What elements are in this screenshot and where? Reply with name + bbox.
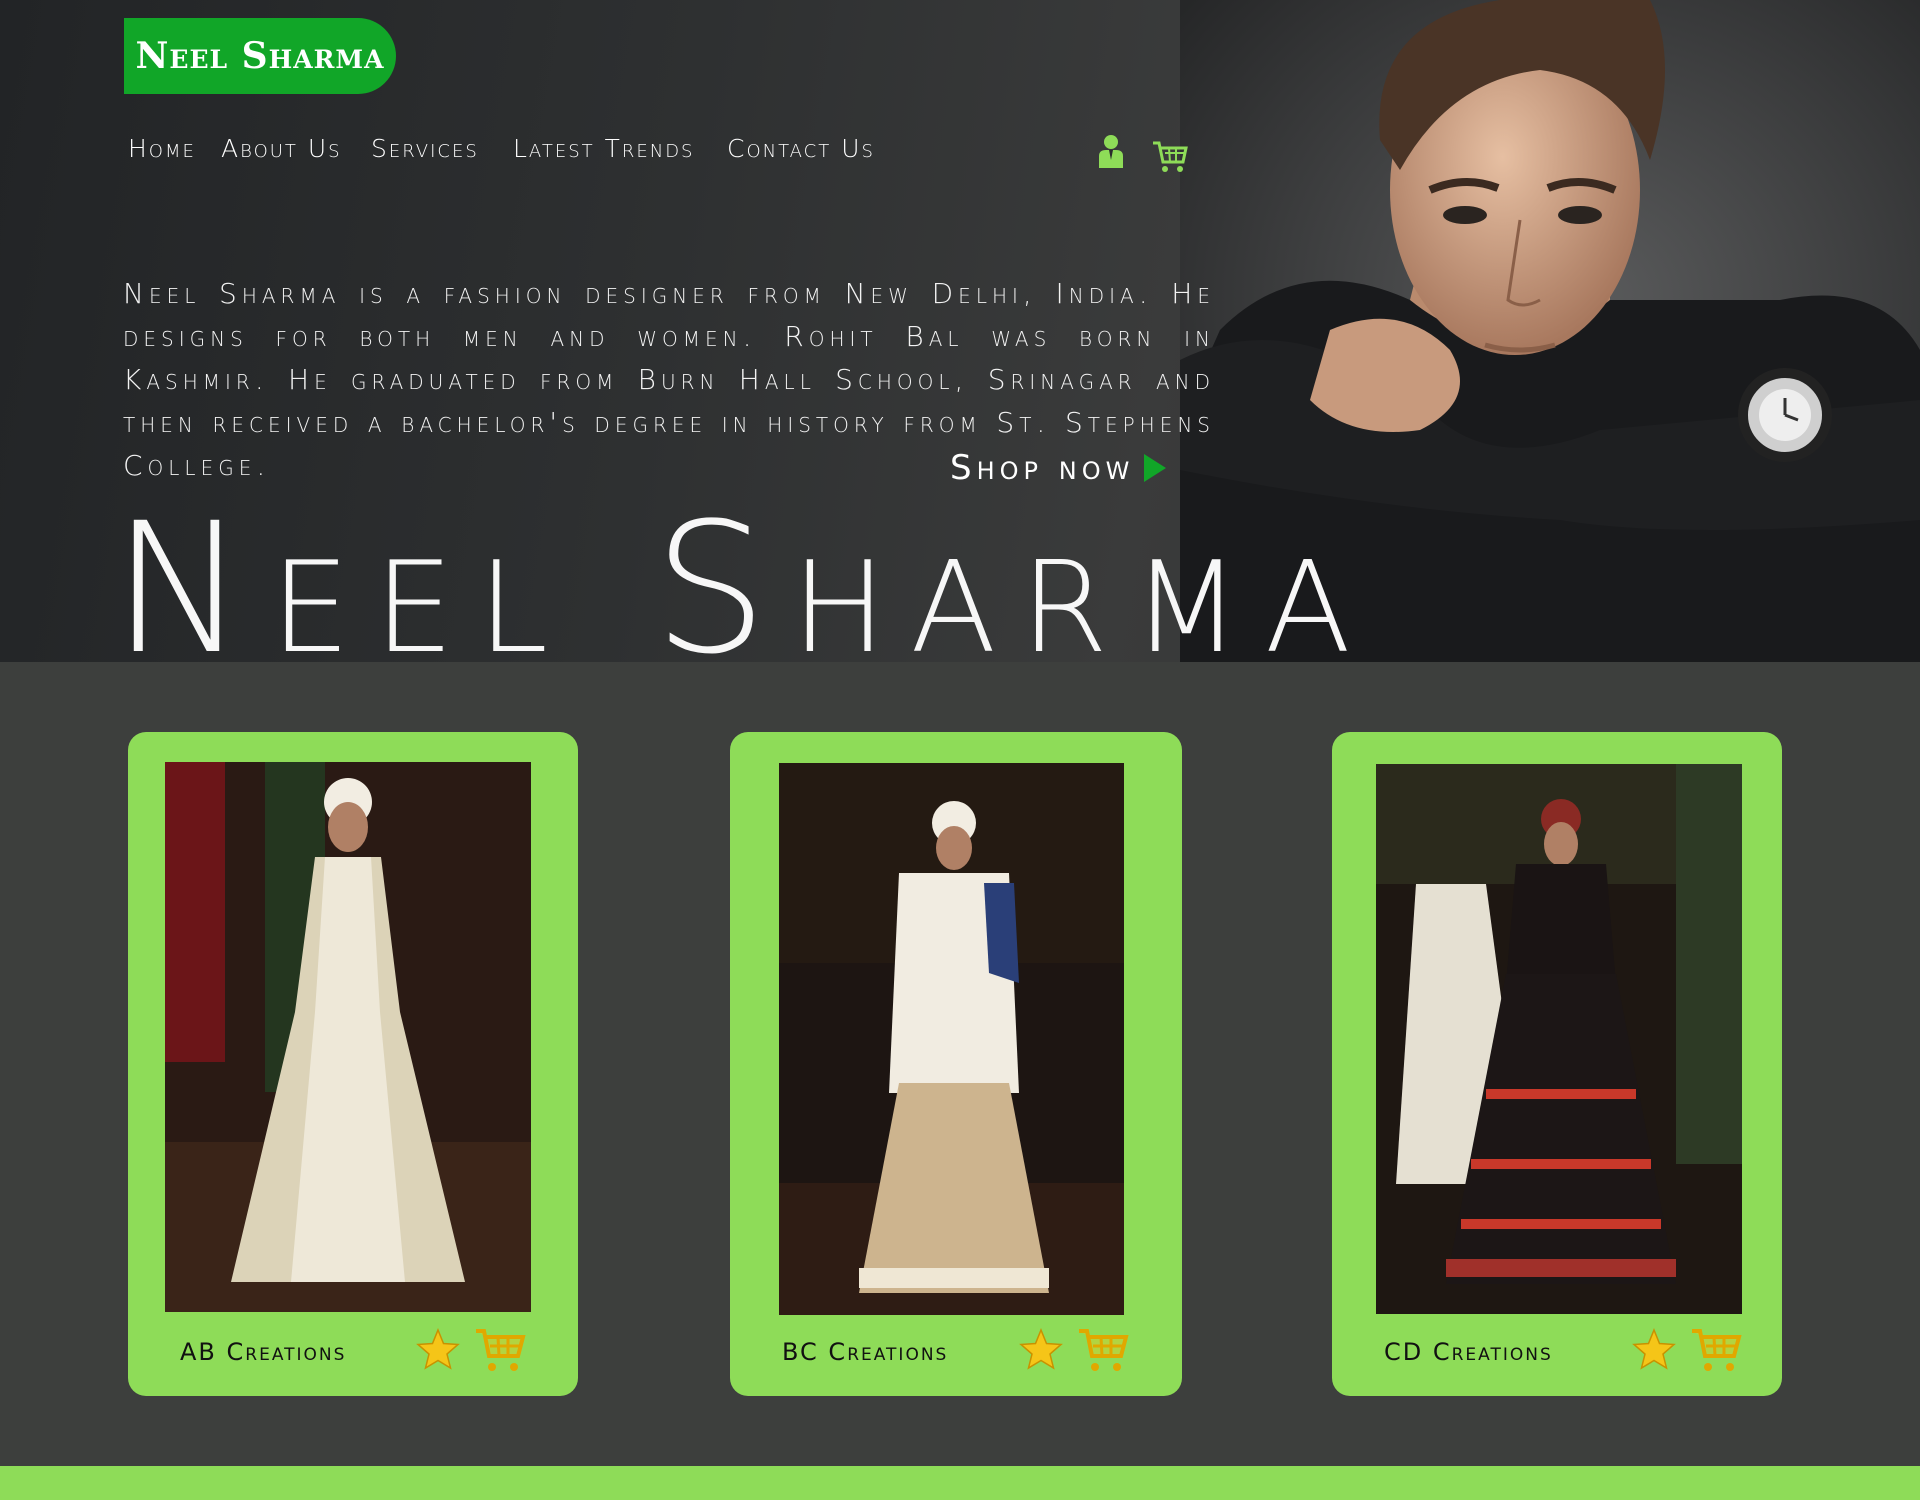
product-photo[interactable] xyxy=(779,763,1124,1315)
cart-icon[interactable] xyxy=(1077,1326,1129,1374)
product-name: AB Creations xyxy=(180,1338,347,1366)
star-icon[interactable] xyxy=(1632,1328,1676,1372)
product-name: CD Creations xyxy=(1384,1338,1553,1366)
cart-icon[interactable] xyxy=(474,1326,526,1374)
product-name: BC Creations xyxy=(782,1338,949,1366)
play-arrow-icon xyxy=(1144,454,1167,482)
product-photo[interactable] xyxy=(165,762,531,1312)
product-card[interactable]: CD Creations xyxy=(1332,732,1782,1396)
cart-icon[interactable] xyxy=(1690,1326,1742,1374)
footer-bar xyxy=(0,1466,1920,1500)
product-card[interactable]: AB Creations xyxy=(128,732,578,1396)
cart-icon[interactable] xyxy=(1152,140,1188,178)
nav-contact-us[interactable]: Contact Us xyxy=(727,134,875,163)
shop-now-link[interactable]: Shop now xyxy=(950,448,1167,488)
nav-home[interactable]: Home xyxy=(128,134,196,163)
nav-services[interactable]: Services xyxy=(371,134,479,163)
user-icon[interactable] xyxy=(1096,134,1126,172)
shop-now-label: Shop now xyxy=(950,448,1135,488)
star-icon[interactable] xyxy=(1019,1328,1063,1372)
nav-about-us[interactable]: About Us xyxy=(221,134,342,163)
nav-latest-trends[interactable]: Latest Trends xyxy=(513,134,694,163)
hero-title: Neel Sharma xyxy=(112,485,1375,663)
product-photo[interactable] xyxy=(1376,764,1742,1314)
brand-logo[interactable]: Neel Sharma xyxy=(124,18,396,94)
star-icon[interactable] xyxy=(416,1328,460,1372)
hero-banner: Neel Sharma Home About Us Services Lates… xyxy=(0,0,1920,662)
product-card[interactable]: BC Creations xyxy=(730,732,1182,1396)
